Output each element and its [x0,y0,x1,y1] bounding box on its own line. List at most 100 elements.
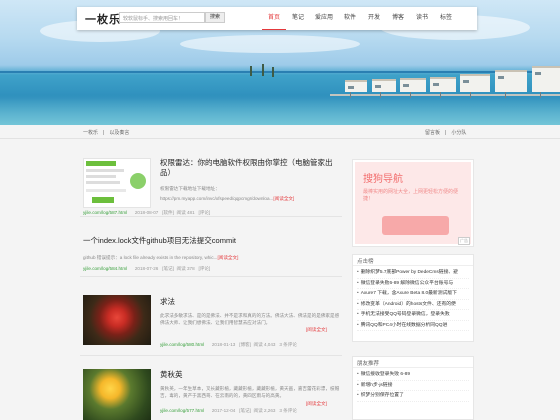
post-reads: 阅读 378 [176,266,195,271]
post-title[interactable]: 求法 [160,297,340,307]
site-logo[interactable]: 一枚乐 [85,11,121,27]
breadcrumb: 一枚乐 | 以及奏言 [83,129,129,136]
radar-icon [130,173,146,189]
menu-item-home[interactable]: 首页 [262,7,286,30]
sea-reflection [0,95,560,125]
post-thumbnail[interactable] [83,369,151,420]
post-date: 2018-07-26 [134,266,159,271]
post-meta: yjile.com/log/580.html 2018-01-13 [博客] 阅… [160,342,297,348]
post-reads: 阅读 481 [176,210,195,215]
hot-list-item[interactable]: 修改变革（Android）的hosts文件、还有的便 [357,300,469,310]
menu-item-apps[interactable]: 爱应用 [310,7,338,30]
breadcrumb-home[interactable]: 一枚乐 [83,130,98,136]
post-reads: 阅读 4,043 [253,342,276,347]
post-date: 2018-08-07 [134,210,159,215]
menu-item-software[interactable]: 软件 [338,7,362,30]
app-header-bar [86,161,116,166]
top-navbar: 一枚乐 较软鼠标手、搜索用回车！ 搜索 首页 笔记 爱应用 软件 开发 博客 读… [77,7,477,30]
post-thumbnail[interactable] [83,158,151,208]
post-title[interactable]: 权限雷达：你的电脑软件权限由你掌控（电脑管家出品） [160,158,340,178]
post-excerpt: github 错误提示：a lock file already exists i… [83,255,218,260]
friends-widget: 朋友推荐 微信接收登录失败 6-89 新增h步-js链接 织梦分别保存位置了 [352,356,474,420]
post-comments[interactable]: 3 条评论 [279,408,297,413]
post-reads: 阅读 2,263 [253,408,276,413]
post-item: 求法 此求法多敏求法、是的是佛法、并不是求和真的的方法。佛法大法、佛法是的是佛家… [80,290,342,356]
post-comments[interactable]: [评论] [198,266,210,271]
post-title[interactable]: 黄秋英 [160,370,340,380]
app-button [92,197,114,203]
post-thumbnail[interactable] [83,295,151,345]
post-excerpt: 权限雷达下载地址下载地址： [160,186,220,191]
post-url[interactable]: yjile.com/log/587.html [83,210,127,215]
post-category[interactable]: [博客] [239,342,251,347]
app-text-line [86,189,126,192]
hot-list-item[interactable]: 手机无法接受QQ号码登录微信，登录失败 [357,310,469,321]
link-separator: | [445,130,447,136]
hot-list-item[interactable]: Axure7 下载，含Axure Beta 8.0最新测试版下 [357,289,469,300]
hot-list-item[interactable]: 腾讯QQ和PC4小时在线数据分析同QQ进 [357,321,469,331]
menu-item-notes[interactable]: 笔记 [286,7,310,30]
post-url[interactable]: yjile.com/log/580.html [160,342,204,347]
post-comments[interactable]: [评论] [198,210,210,215]
friends-list-item[interactable]: 织梦分别保存位置了 [357,391,469,402]
guestbook-link[interactable]: 留言板 [425,130,440,136]
search-input[interactable]: 较软鼠标手、搜索用回车！ [119,12,205,23]
ad-tag: 广告 [458,237,470,245]
widget-title: 点击榜 [353,255,473,266]
search-button[interactable]: 搜索 [205,12,225,23]
menu-item-blog[interactable]: 博客 [386,7,410,30]
post-url[interactable]: yjile.com/log/577.html [160,408,204,413]
palm-tree [272,67,274,77]
post-excerpt-line: https://pm.myapp.com/invc/xfspeed/qqpcmg… [160,195,340,202]
main-menu: 首页 笔记 爱应用 软件 开发 博客 读书 标签 [262,7,458,30]
horizon [0,71,560,73]
menu-item-reading[interactable]: 读书 [410,7,434,30]
ad-title: 搜狗导航 [363,174,403,185]
water-villa [532,66,560,92]
water-villa [460,74,490,92]
post-date: 2018-01-13 [211,342,236,347]
menu-item-tags[interactable]: 标签 [434,7,458,30]
palm-tree [250,66,252,76]
post-item: 一个index.lock文件github项目无法提交commit github … [80,230,342,277]
post-item: 权限雷达：你的电脑软件权限由你掌控（电脑管家出品） 权限雷达下载地址下载地址： … [80,148,342,217]
post-comments[interactable]: 3 条评论 [279,342,297,347]
post-category[interactable]: [笔记] [162,266,174,271]
ad-button[interactable] [382,216,449,235]
read-more-link[interactable]: [阅读全文] [217,255,238,260]
read-more-link[interactable]: [阅读全文] [306,400,327,407]
friends-list-item[interactable]: 微信接收登录失败 6-89 [357,370,469,381]
water-villa [400,78,426,92]
hot-list-item[interactable]: 微信登录失败6-89 解除微信公众平台账号与 [357,279,469,289]
ad-text: 最棒实用的网址大全，上网更轻松方便的便捷！ [363,189,459,202]
post-excerpt-line: github 错误提示：a lock file already exists i… [83,254,341,261]
friends-list: 微信接收登录失败 6-89 新增h步-js链接 织梦分别保存位置了 [353,368,473,404]
post-category[interactable]: [笔记] [239,408,251,413]
post-category[interactable]: [软件] [162,210,174,215]
sidebar-ad[interactable]: 搜狗导航 最棒实用的网址大全，上网更轻松方便的便捷！ 广告 [352,159,474,247]
water-villa [345,80,367,92]
app-text-line [86,169,124,172]
team-link[interactable]: 小分队 [451,130,466,136]
post-meta: yjile.com/log/577.html 2017-12-04 [笔记] 阅… [160,408,297,414]
hot-list: 删除织梦5.7底部Power by DedeCms链接、避 微信登录失败6-89… [353,266,473,333]
post-title[interactable]: 一个index.lock文件github项目无法提交commit [83,236,341,246]
menu-item-dev[interactable]: 开发 [362,7,386,30]
app-text-line [86,181,120,184]
post-meta: yjile.com/log/587.html 2018-08-07 [软件] 阅… [83,210,210,216]
app-text-line [86,175,116,178]
palm-tree [262,64,264,76]
widget-title: 朋友推荐 [353,357,473,368]
friends-list-item[interactable]: 新增h步-js链接 [357,381,469,391]
breadcrumb-current[interactable]: 以及奏言 [109,130,129,136]
hot-list-item[interactable]: 删除织梦5.7底部Power by DedeCms链接、避 [357,268,469,279]
post-item: 黄秋英 黄秋英，一年生草本，叉长藏形植，藏藏形植，藏藏形植，黄天画，嘉吉蕾花彩漂… [80,366,342,420]
breadcrumb-separator: | [103,130,105,136]
water-villa [372,79,396,92]
post-excerpt-link: https://pm.myapp.com/invc/xfspeed/qqpcmg… [160,196,274,201]
cloud [180,35,360,53]
read-more-link[interactable]: [阅读全文] [306,326,327,333]
post-url[interactable]: yjile.com/log/584.html [83,266,127,271]
read-more-link[interactable]: [阅读全文] [273,196,294,201]
ad-banner[interactable]: 搜狗导航 最棒实用的网址大全，上网更轻松方便的便捷！ [355,162,471,244]
